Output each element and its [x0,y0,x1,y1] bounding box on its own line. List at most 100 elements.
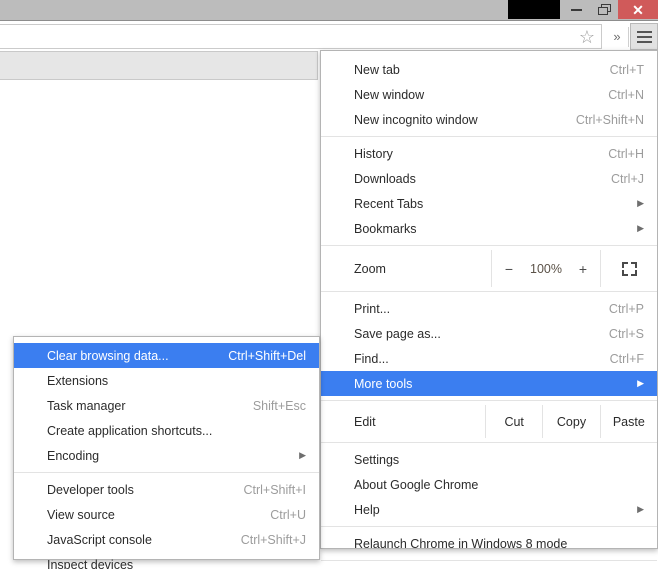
menu-item-bookmarks[interactable]: Bookmarks ▶ [321,216,657,241]
edit-copy-button[interactable]: Copy [542,405,599,438]
menu-group-relaunch: Relaunch Chrome in Windows 8 mode [321,531,657,556]
menu-row-zoom: Zoom − 100% + [321,250,657,287]
zoom-label: Zoom [354,261,386,276]
menu-item-label: Developer tools [47,482,134,497]
menu-item-task-manager[interactable]: Task manager Shift+Esc [14,393,319,418]
window-titlebar: ✕ [0,0,658,21]
menu-item-relaunch-windows8-mode[interactable]: Relaunch Chrome in Windows 8 mode [321,531,657,556]
zoom-out-button[interactable]: − [495,261,523,277]
menu-item-label: Settings [354,452,400,467]
menu-item-label: Encoding [47,448,100,463]
submenu-group-tools: Clear browsing data... Ctrl+Shift+Del Ex… [14,343,319,468]
menu-item-label: New incognito window [354,112,478,127]
menu-item-recent-tabs[interactable]: Recent Tabs ▶ [321,191,657,216]
edit-paste-button[interactable]: Paste [599,405,657,438]
bookmark-star-icon[interactable]: ☆ [576,27,598,47]
edit-cut-button[interactable]: Cut [485,405,542,438]
menu-item-shortcut: Shift+Esc [252,398,306,413]
close-button[interactable]: ✕ [618,0,658,19]
menu-item-javascript-console[interactable]: JavaScript console Ctrl+Shift+J [14,527,319,552]
menu-item-exit[interactable]: Exit Ctrl+Shift+Q [321,565,657,569]
menu-item-encoding[interactable]: Encoding ▶ [14,443,319,468]
menu-item-label: Clear browsing data... [47,348,169,363]
menu-item-shortcut: Ctrl+H [608,146,644,161]
browser-toolbar [0,22,658,51]
menu-item-label: New tab [354,62,400,77]
menu-item-history[interactable]: History Ctrl+H [321,141,657,166]
menu-item-extensions[interactable]: Extensions [14,368,319,393]
fullscreen-button[interactable] [600,250,657,287]
menu-item-shortcut: Ctrl+N [608,87,644,102]
maximize-restore-button[interactable] [590,0,618,19]
menu-item-shortcut: Ctrl+J [611,171,644,186]
menu-group-exit: Exit Ctrl+Shift+Q [321,565,657,569]
menu-group-page: Print... Ctrl+P Save page as... Ctrl+S F… [321,296,657,396]
chrome-menu-button[interactable] [630,23,658,50]
bookmarks-strip [0,51,318,80]
chevron-right-icon: ▶ [637,378,644,388]
menu-item-label: Print... [354,301,391,316]
minimize-icon [570,8,582,11]
zoom-controls: − 100% + [491,250,600,287]
chevron-right-icon: ▶ [299,450,306,460]
menu-divider [321,442,657,443]
menu-item-label: About Google Chrome [354,477,479,492]
menu-item-label: Bookmarks [354,221,417,236]
menu-item-about-google-chrome[interactable]: About Google Chrome [321,472,657,497]
menu-item-developer-tools[interactable]: Developer tools Ctrl+Shift+I [14,477,319,502]
menu-item-label: Downloads [354,171,416,186]
menu-item-label: Save page as... [354,326,441,341]
menu-item-new-tab[interactable]: New tab Ctrl+T [321,57,657,82]
address-bar[interactable] [0,24,602,49]
menu-item-shortcut: Ctrl+S [608,326,644,341]
menu-item-view-source[interactable]: View source Ctrl+U [14,502,319,527]
chevron-right-icon: ▶ [637,504,644,514]
menu-item-print[interactable]: Print... Ctrl+P [321,296,657,321]
close-icon: ✕ [632,1,644,18]
menu-divider [321,526,657,527]
menu-item-settings[interactable]: Settings [321,447,657,472]
menu-item-label: Relaunch Chrome in Windows 8 mode [354,536,568,551]
menu-item-create-application-shortcuts[interactable]: Create application shortcuts... [14,418,319,443]
menu-item-shortcut: Ctrl+Shift+N [575,112,644,127]
overflow-chevrons-icon[interactable]: » [606,26,628,48]
menu-item-label: JavaScript console [47,532,152,547]
minimize-button[interactable] [562,0,590,19]
menu-item-find[interactable]: Find... Ctrl+F [321,346,657,371]
zoom-percent-value: 100% [530,261,562,276]
menu-item-shortcut: Ctrl+F [609,351,644,366]
zoom-in-button[interactable]: + [569,261,597,277]
menu-divider [321,560,657,561]
toolbar-separator [628,27,629,47]
menu-item-label: View source [47,507,115,522]
menu-item-shortcut: Ctrl+Shift+J [240,532,306,547]
menu-item-label: Recent Tabs [354,196,424,211]
menu-item-downloads[interactable]: Downloads Ctrl+J [321,166,657,191]
hamburger-icon-bar [636,35,652,38]
menu-group-new: New tab Ctrl+T New window Ctrl+N New inc… [321,57,657,132]
browser-window: ✕ ☆ » New tab Ctrl+T New window Ctrl+N N… [0,0,658,569]
menu-group-browse: History Ctrl+H Downloads Ctrl+J Recent T… [321,141,657,241]
menu-item-shortcut: Ctrl+P [608,301,644,316]
more-tools-submenu: Clear browsing data... Ctrl+Shift+Del Ex… [13,336,320,569]
menu-item-shortcut: Ctrl+Shift+Del [228,348,306,363]
restore-icon [597,3,611,16]
menu-item-label: Inspect devices [47,557,134,569]
chevron-right-icon: ▶ [637,198,644,208]
menu-item-new-incognito-window[interactable]: New incognito window Ctrl+Shift+N [321,107,657,132]
fullscreen-icon [621,261,637,276]
menu-row-edit: Edit Cut Copy Paste [321,405,657,438]
menu-item-label: Help [354,502,380,517]
menu-divider [321,400,657,401]
menu-item-more-tools[interactable]: More tools ▶ [321,371,657,396]
menu-item-help[interactable]: Help ▶ [321,497,657,522]
hamburger-icon-bar [636,40,652,43]
menu-item-inspect-devices[interactable]: Inspect devices [14,552,319,569]
menu-item-shortcut: Ctrl+U [270,507,306,522]
menu-item-label: New window [354,87,425,102]
menu-item-shortcut: Ctrl+Shift+I [243,482,306,497]
menu-item-save-page-as[interactable]: Save page as... Ctrl+S [321,321,657,346]
menu-item-new-window[interactable]: New window Ctrl+N [321,82,657,107]
submenu-divider [14,472,319,473]
menu-item-clear-browsing-data[interactable]: Clear browsing data... Ctrl+Shift+Del [14,343,319,368]
